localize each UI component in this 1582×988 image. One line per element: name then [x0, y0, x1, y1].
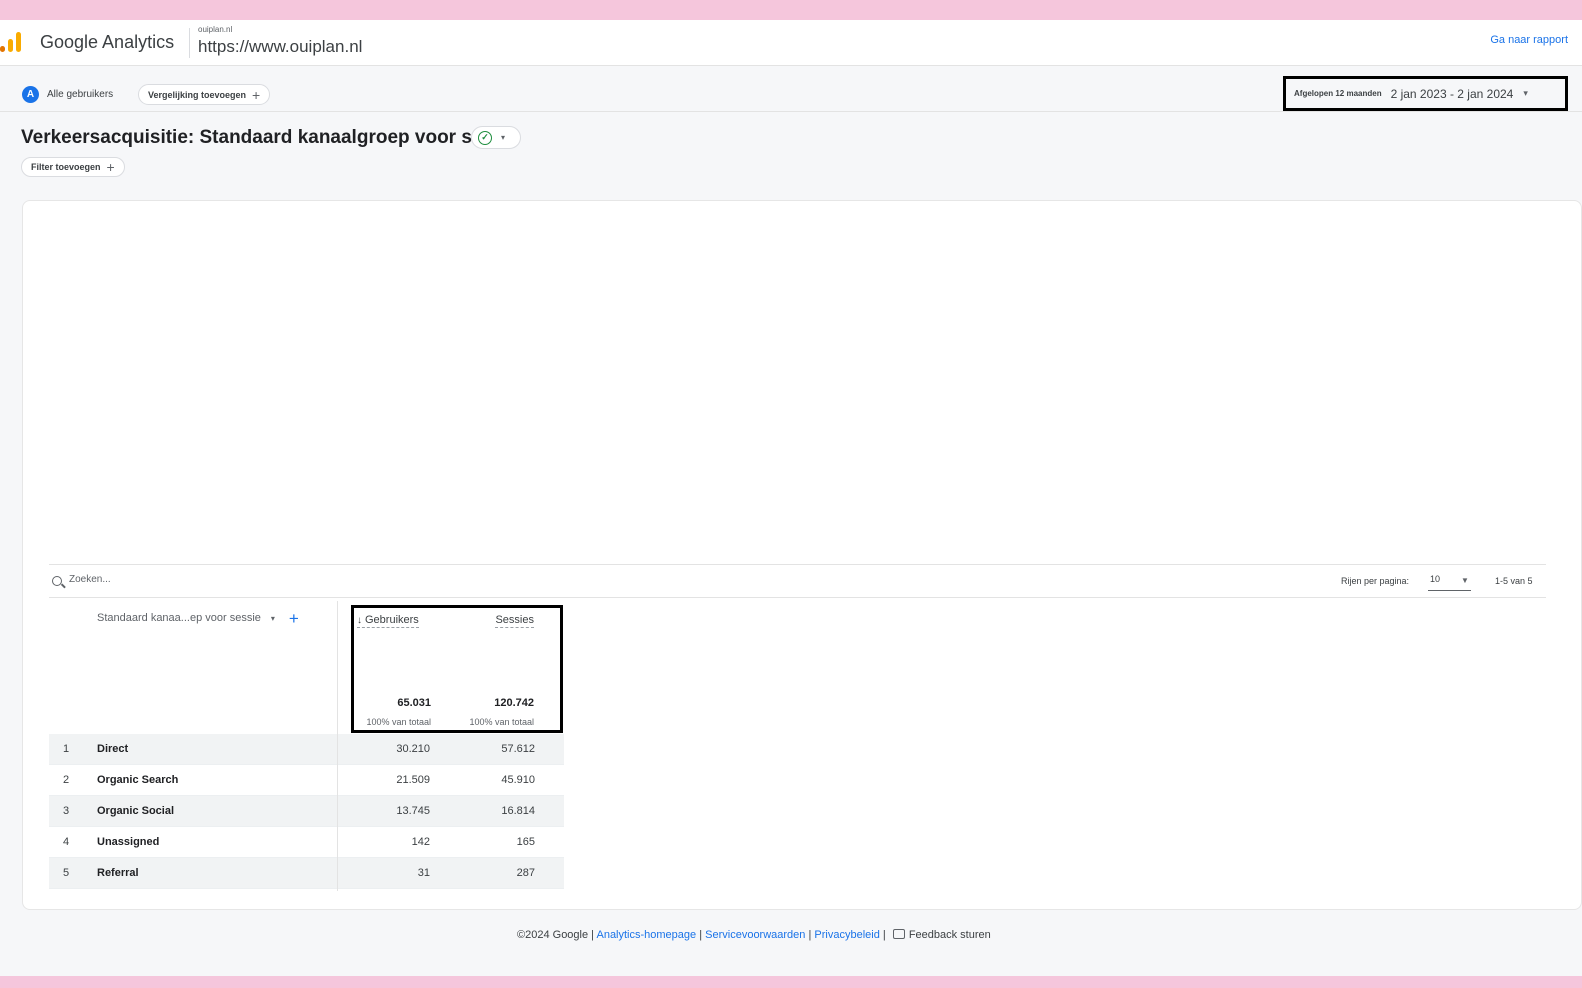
plus-icon: + [252, 86, 261, 103]
date-range-value: 2 jan 2023 - 2 jan 2024 [1390, 86, 1514, 101]
dimension-header-label: Standaard kanaa...ep voor sessie [97, 612, 261, 624]
total-sessions: 120.742 [494, 697, 534, 709]
row-index: 2 [63, 774, 70, 786]
copyright-text: ©2024 Google | [517, 929, 595, 941]
column-divider [337, 796, 338, 827]
sessions-value: 165 [516, 836, 535, 848]
channel-name: Unassigned [97, 836, 160, 848]
column-divider [337, 734, 338, 765]
users-value: 13.745 [396, 805, 430, 817]
segment-avatar: A [22, 85, 39, 103]
users-value: 31 [417, 867, 430, 879]
add-dimension-icon[interactable]: + [289, 610, 299, 627]
metric-header-users[interactable]: ↓ Gebruikers [357, 614, 419, 628]
table-row[interactable]: 4 Unassigned 142 165 [49, 827, 564, 858]
app-name: Google Analytics [40, 32, 175, 52]
table-row[interactable]: 3 Organic Social 13.745 16.814 [49, 796, 564, 827]
page-title: Verkeersacquisitie: Standaard kanaalgroe… [21, 127, 520, 148]
search-input[interactable] [69, 574, 369, 585]
channel-name: Referral [97, 867, 139, 879]
add-filter-button[interactable]: Filter toevoegen + [21, 157, 125, 177]
row-index: 4 [63, 836, 70, 848]
total-users: 65.031 [397, 697, 431, 709]
metrics-header-highlight: ↓ Gebruikers Sessies 65.031 120.742 100% … [351, 605, 563, 733]
table-row[interactable]: 2 Organic Search 21.509 45.910 [49, 765, 564, 796]
row-index: 3 [63, 805, 70, 817]
feedback-link[interactable]: Feedback sturen [909, 929, 991, 941]
check-circle-icon: ✓ [478, 130, 492, 145]
goto-report-link[interactable]: Ga naar rapport [1490, 34, 1568, 46]
footer-separator: | [882, 929, 886, 941]
table-row[interactable]: 5 Referral 31 287 [49, 858, 564, 889]
row-index: 5 [63, 867, 70, 879]
users-value: 142 [411, 836, 430, 848]
report-status-dropdown[interactable]: ✓ ▾ [471, 126, 521, 149]
sessions-value: 16.814 [501, 805, 535, 817]
plus-icon: + [106, 159, 115, 175]
column-divider [337, 827, 338, 858]
users-value: 30.210 [396, 743, 430, 755]
top-app-bar: Google Analytics ouiplan.nl https://www.… [0, 20, 1582, 66]
comparison-bar: A Alle gebruikers Vergelijking toevoegen… [0, 76, 1582, 112]
add-filter-label: Filter toevoegen [31, 162, 101, 172]
column-divider [337, 765, 338, 796]
users-value: 21.509 [396, 774, 430, 786]
date-preset-label: Afgelopen 12 maanden [1294, 89, 1382, 98]
chevron-down-icon: ▾ [501, 133, 506, 142]
search-icon [52, 576, 62, 586]
chevron-down-icon: ▾ [1523, 88, 1528, 98]
chevron-down-icon[interactable]: ▼ [1461, 576, 1469, 585]
analytics-logo-icon[interactable] [0, 30, 24, 54]
account-name[interactable]: ouiplan.nl [198, 25, 232, 34]
segment-label: Alle gebruikers [47, 88, 114, 100]
pagination-info: 1-5 van 5 [1495, 576, 1533, 586]
metric-header-sessions[interactable]: Sessies [495, 614, 534, 628]
row-index: 1 [63, 743, 70, 755]
sessions-value: 45.910 [501, 774, 535, 786]
feedback-icon[interactable] [892, 929, 905, 939]
analytics-window: Google Analytics ouiplan.nl https://www.… [0, 20, 1582, 976]
sessions-value: 57.612 [501, 743, 535, 755]
property-url[interactable]: https://www.ouiplan.nl [198, 37, 362, 57]
table-row[interactable]: 1 Direct 30.210 57.612 [49, 734, 564, 765]
total-users-pct: 100% van totaal [366, 717, 431, 727]
footer-separator: | [808, 929, 812, 941]
sort-descending-icon[interactable]: ↓ [357, 615, 362, 626]
chevron-down-icon[interactable]: ▾ [271, 614, 275, 623]
column-divider [337, 858, 338, 889]
date-range-picker[interactable]: Afgelopen 12 maanden 2 jan 2023 - 2 jan … [1283, 76, 1568, 111]
table-toolbar: Rijen per pagina: 10 ▼ 1-5 van 5 [49, 564, 1546, 598]
total-sessions-pct: 100% van totaal [469, 717, 534, 727]
terms-link[interactable]: Servicevoorwaarden [705, 929, 805, 941]
segment-chip[interactable]: A Alle gebruikers [22, 84, 113, 104]
sessions-value: 287 [516, 867, 535, 879]
dimension-header[interactable]: Standaard kanaa...ep voor sessie ▾ + [97, 610, 299, 627]
analytics-home-link[interactable]: Analytics-homepage [596, 929, 696, 941]
header-divider [189, 28, 190, 58]
channel-name: Direct [97, 743, 129, 755]
add-comparison-button[interactable]: Vergelijking toevoegen + [138, 84, 271, 105]
channel-name: Organic Search [97, 774, 179, 786]
rows-per-page-label: Rijen per pagina: [1341, 576, 1410, 586]
channel-name: Organic Social [97, 805, 175, 817]
add-comparison-label: Vergelijking toevoegen [148, 89, 247, 100]
footer-separator: | [699, 929, 703, 941]
report-card: Rijen per pagina: 10 ▼ 1-5 van 5 Standaa… [22, 200, 1582, 910]
privacy-link[interactable]: Privacybeleid [814, 929, 879, 941]
